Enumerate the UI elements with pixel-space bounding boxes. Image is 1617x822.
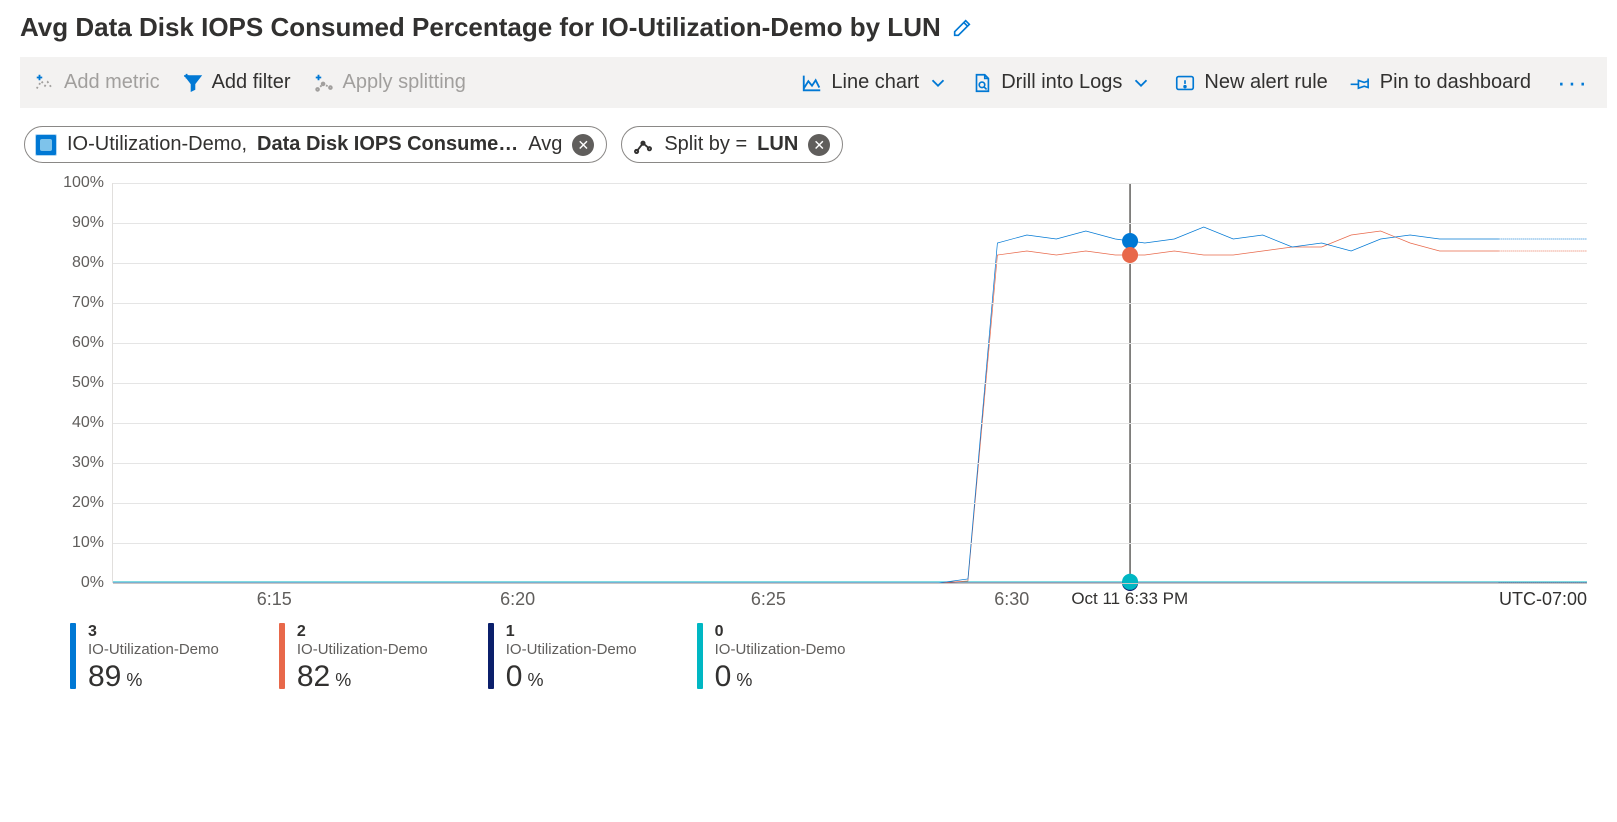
legend-series-name: 0: [715, 623, 846, 641]
series-line: [113, 227, 1499, 583]
legend-swatch: [697, 623, 703, 689]
add-metric-button[interactable]: Add metric: [34, 71, 160, 94]
pin-label: Pin to dashboard: [1380, 71, 1531, 94]
chart-toolbar: Add metric Add filter Apply splitting: [20, 57, 1607, 108]
legend-resource: IO-Utilization-Demo: [88, 641, 219, 658]
x-tick: 6:15: [257, 589, 292, 610]
y-tick: 0%: [81, 574, 104, 592]
alert-icon: [1174, 72, 1196, 94]
metric-pill-name: Data Disk IOPS Consume…: [257, 133, 518, 156]
resource-icon: [35, 134, 57, 156]
grid-line: [113, 543, 1587, 544]
add-filter-label: Add filter: [212, 71, 291, 94]
chevron-down-icon: [927, 72, 949, 94]
filter-pills-row: IO-Utilization-Demo, Data Disk IOPS Cons…: [20, 122, 1607, 173]
legend-series-name: 3: [88, 623, 219, 641]
chart-legend: 3IO-Utilization-Demo89 %2IO-Utilization-…: [20, 603, 1607, 694]
pin-to-dashboard-button[interactable]: Pin to dashboard: [1350, 71, 1531, 94]
y-tick: 100%: [63, 174, 104, 192]
chart-type-label: Line chart: [831, 71, 919, 94]
grid-line: [113, 423, 1587, 424]
y-tick: 90%: [72, 214, 104, 232]
drill-logs-label: Drill into Logs: [1001, 71, 1122, 94]
grid-line: [113, 463, 1587, 464]
metrics-chart[interactable]: 0%10%20%30%40%50%60%70%80%90%100% UTC-07…: [20, 183, 1607, 603]
metric-pill-resource: IO-Utilization-Demo,: [67, 133, 247, 156]
legend-series-name: 2: [297, 623, 428, 641]
add-metric-icon: [34, 72, 56, 94]
splitting-icon: [313, 72, 335, 94]
grid-line: [113, 183, 1587, 184]
apply-splitting-button[interactable]: Apply splitting: [313, 71, 466, 94]
timezone-label: UTC-07:00: [1499, 589, 1587, 610]
legend-series-name: 1: [506, 623, 637, 641]
filter-icon: [182, 72, 204, 94]
legend-item[interactable]: 2IO-Utilization-Demo82 %: [279, 623, 428, 694]
chart-type-dropdown[interactable]: Line chart: [801, 71, 949, 94]
legend-item[interactable]: 3IO-Utilization-Demo89 %: [70, 623, 219, 694]
grid-line: [113, 303, 1587, 304]
split-pill-value: LUN: [757, 133, 798, 156]
legend-value: 89 %: [88, 658, 219, 694]
new-alert-rule-button[interactable]: New alert rule: [1174, 71, 1327, 94]
legend-value: 82 %: [297, 658, 428, 694]
hover-time-label: Oct 11 6:33 PM: [1071, 589, 1188, 609]
legend-swatch: [70, 623, 76, 689]
add-filter-button[interactable]: Add filter: [182, 71, 291, 94]
y-tick: 40%: [72, 414, 104, 432]
chevron-down-icon: [1130, 72, 1152, 94]
legend-resource: IO-Utilization-Demo: [715, 641, 846, 658]
close-icon[interactable]: ✕: [572, 134, 594, 156]
more-options-button[interactable]: ···: [1553, 67, 1593, 98]
add-metric-label: Add metric: [64, 71, 160, 94]
new-alert-label: New alert rule: [1204, 71, 1327, 94]
x-tick: 6:20: [500, 589, 535, 610]
drill-logs-dropdown[interactable]: Drill into Logs: [971, 71, 1152, 94]
split-pill-icon: [632, 134, 654, 156]
edit-title-icon[interactable]: [951, 17, 973, 39]
y-tick: 30%: [72, 454, 104, 472]
legend-resource: IO-Utilization-Demo: [506, 641, 637, 658]
y-tick: 50%: [72, 374, 104, 392]
metric-pill[interactable]: IO-Utilization-Demo, Data Disk IOPS Cons…: [24, 126, 607, 163]
apply-splitting-label: Apply splitting: [343, 71, 466, 94]
metric-pill-agg: Avg: [528, 133, 562, 156]
plot-area[interactable]: [112, 183, 1587, 583]
y-tick: 80%: [72, 254, 104, 272]
y-tick: 60%: [72, 334, 104, 352]
x-tick: 6:25: [751, 589, 786, 610]
series-line: [113, 231, 1499, 583]
grid-line: [113, 503, 1587, 504]
legend-swatch: [488, 623, 494, 689]
y-tick: 70%: [72, 294, 104, 312]
grid-line: [113, 223, 1587, 224]
split-pill-prefix: Split by =: [664, 133, 747, 156]
grid-line: [113, 383, 1587, 384]
y-tick: 10%: [72, 534, 104, 552]
logs-icon: [971, 72, 993, 94]
legend-resource: IO-Utilization-Demo: [297, 641, 428, 658]
x-axis: UTC-07:00 6:15 6:20 6:25 6:30 Oct 11 6:33 PM: [112, 585, 1587, 615]
grid-line: [113, 583, 1587, 584]
chart-title-row: Avg Data Disk IOPS Consumed Percentage f…: [20, 8, 1607, 51]
grid-line: [113, 343, 1587, 344]
grid-line: [113, 263, 1587, 264]
split-pill[interactable]: Split by = LUN ✕: [621, 126, 843, 163]
pin-icon: [1350, 72, 1372, 94]
legend-item[interactable]: 0IO-Utilization-Demo0 %: [697, 623, 846, 694]
y-tick: 20%: [72, 494, 104, 512]
legend-value: 0 %: [715, 658, 846, 694]
chart-title: Avg Data Disk IOPS Consumed Percentage f…: [20, 12, 941, 43]
legend-item[interactable]: 1IO-Utilization-Demo0 %: [488, 623, 637, 694]
line-chart-icon: [801, 72, 823, 94]
legend-swatch: [279, 623, 285, 689]
close-icon[interactable]: ✕: [808, 134, 830, 156]
legend-value: 0 %: [506, 658, 637, 694]
x-tick: 6:30: [994, 589, 1029, 610]
